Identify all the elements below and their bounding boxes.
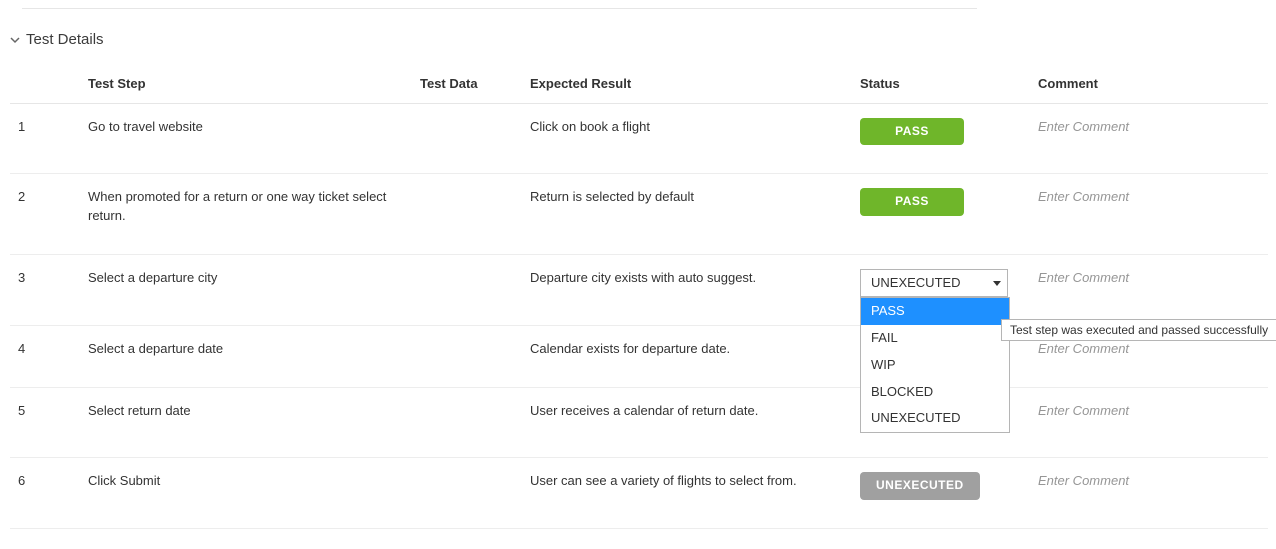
row-number: 5 [10, 387, 80, 457]
section-title: Test Details [26, 31, 104, 48]
row-number: 6 [10, 458, 80, 528]
col-header-num [10, 66, 80, 104]
table-row: 2When promoted for a return or one way t… [10, 174, 1268, 255]
table-row: 3Select a departure city Departure city e… [10, 255, 1268, 326]
status-badge-pass[interactable]: PASS [860, 188, 964, 215]
test-step: Select return date [80, 387, 412, 457]
chevron-down-icon [10, 35, 20, 45]
status-tooltip: Test step was executed and passed succes… [1001, 319, 1276, 341]
status-badge-pass[interactable]: PASS [860, 118, 964, 145]
expected-result: Calendar exists for departure date. [522, 326, 852, 388]
test-data [412, 255, 522, 326]
status-option[interactable]: UNEXECUTED [861, 405, 1009, 432]
comment-cell[interactable]: Enter Comment [1030, 458, 1268, 528]
test-step: When promoted for a return or one way ti… [80, 174, 412, 255]
row-number: 4 [10, 326, 80, 388]
status-cell: UNEXECUTEDPASSFAILWIPBLOCKEDUNEXECUTED [852, 255, 1030, 326]
col-header-data: Test Data [412, 66, 522, 104]
test-step: Click Submit [80, 458, 412, 528]
status-option[interactable]: WIP [861, 352, 1009, 379]
status-badge-unexecuted[interactable]: UNEXECUTED [860, 472, 980, 499]
test-data [412, 104, 522, 174]
col-header-result: Expected Result [522, 66, 852, 104]
test-data [412, 458, 522, 528]
col-header-status: Status [852, 66, 1030, 104]
status-select-value: UNEXECUTED [871, 274, 961, 293]
row-number: 1 [10, 104, 80, 174]
comment-cell[interactable]: Enter Comment [1030, 255, 1268, 326]
test-steps-table: Test Step Test Data Expected Result Stat… [10, 66, 1268, 529]
row-number: 2 [10, 174, 80, 255]
comment-cell[interactable]: Enter Comment [1030, 104, 1268, 174]
status-dropdown: PASSFAILWIPBLOCKEDUNEXECUTED [860, 297, 1010, 433]
test-data [412, 174, 522, 255]
expected-result: Return is selected by default [522, 174, 852, 255]
col-header-step: Test Step [80, 66, 412, 104]
test-step: Go to travel website [80, 104, 412, 174]
status-cell: UNEXECUTED [852, 458, 1030, 528]
col-header-comment: Comment [1030, 66, 1268, 104]
comment-placeholder: Enter Comment [1038, 403, 1129, 418]
status-option[interactable]: FAIL [861, 325, 1009, 352]
expected-result: Click on book a flight [522, 104, 852, 174]
expected-result: Departure city exists with auto suggest. [522, 255, 852, 326]
table-row: 1Go to travel website Click on book a fli… [10, 104, 1268, 174]
test-data [412, 387, 522, 457]
status-option[interactable]: PASS [861, 298, 1009, 325]
test-data [412, 326, 522, 388]
row-number: 3 [10, 255, 80, 326]
status-cell: PASS [852, 174, 1030, 255]
comment-placeholder: Enter Comment [1038, 189, 1129, 204]
comment-placeholder: Enter Comment [1038, 119, 1129, 134]
table-row: 6Click Submit User can see a variety of f… [10, 458, 1268, 528]
comment-cell[interactable]: Enter Comment [1030, 174, 1268, 255]
status-option[interactable]: BLOCKED [861, 379, 1009, 406]
section-toggle[interactable]: Test Details [10, 31, 1268, 48]
comment-placeholder: Enter Comment [1038, 473, 1129, 488]
expected-result: User can see a variety of flights to sel… [522, 458, 852, 528]
table-row: 5Select return date User receives a calen… [10, 387, 1268, 457]
expected-result: User receives a calendar of return date. [522, 387, 852, 457]
test-step: Select a departure city [80, 255, 412, 326]
comment-cell[interactable]: Enter Comment [1030, 387, 1268, 457]
comment-placeholder: Enter Comment [1038, 270, 1129, 285]
comment-placeholder: Enter Comment [1038, 341, 1129, 356]
status-cell: PASS [852, 104, 1030, 174]
top-divider [22, 8, 977, 9]
caret-down-icon [993, 281, 1001, 286]
status-select[interactable]: UNEXECUTEDPASSFAILWIPBLOCKEDUNEXECUTED [860, 269, 1008, 297]
test-step: Select a departure date [80, 326, 412, 388]
